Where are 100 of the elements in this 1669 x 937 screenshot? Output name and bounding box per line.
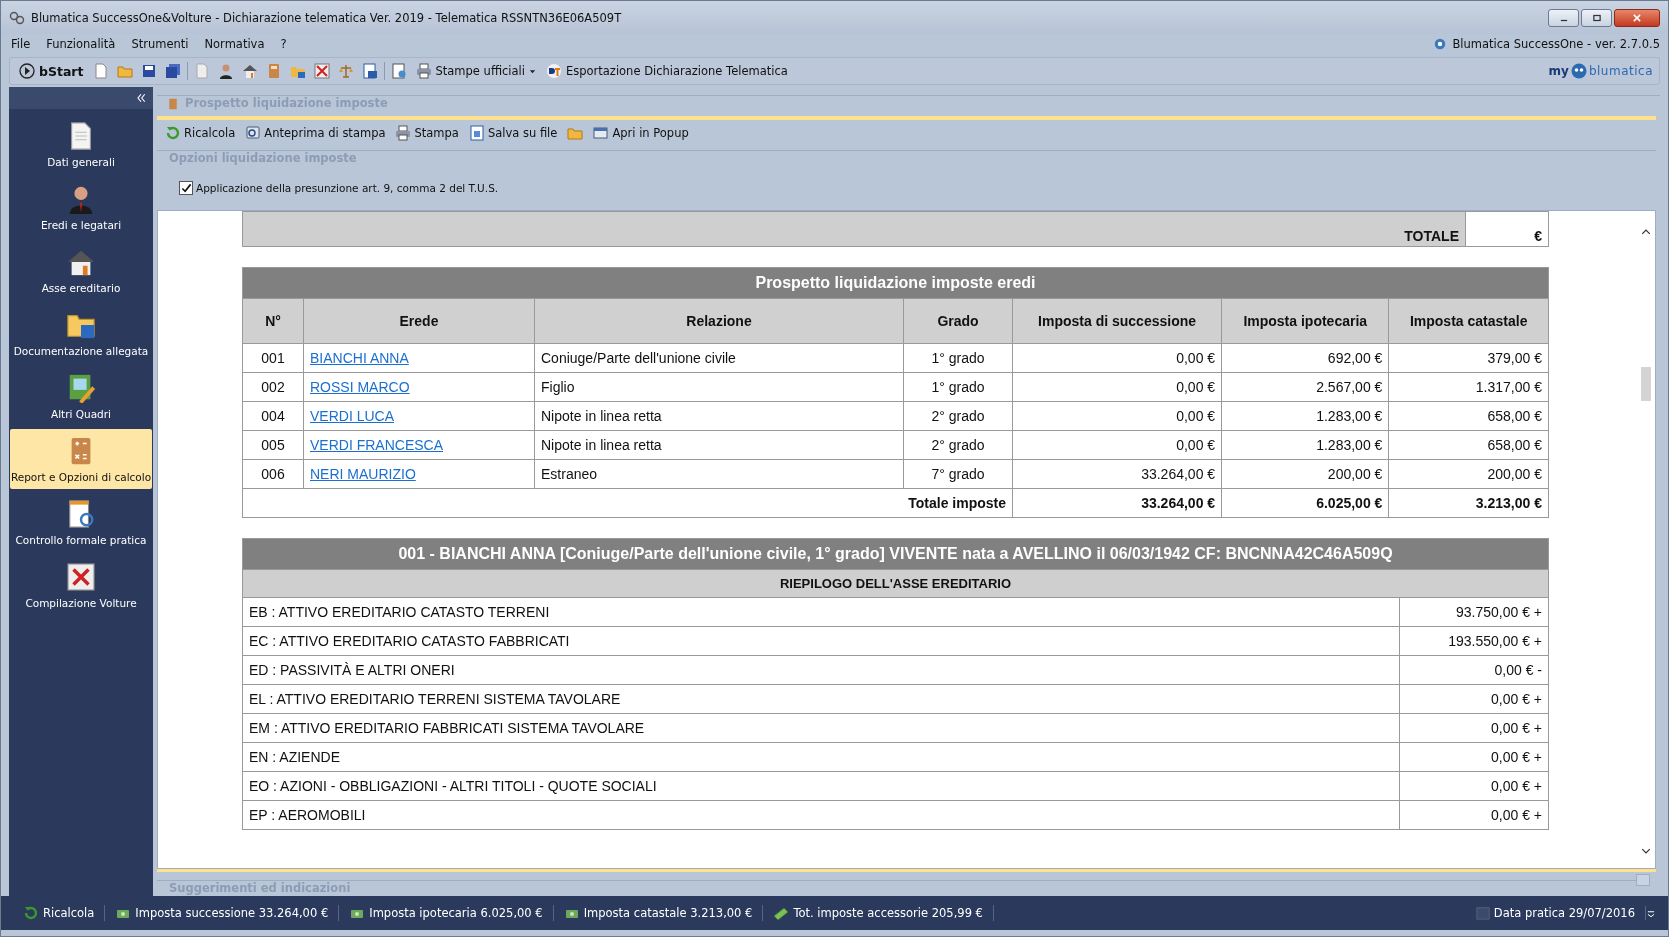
table-cell: 0,00 € + [1399, 684, 1549, 714]
table-cell: 658,00 € [1388, 430, 1549, 460]
scroll-down-icon [1641, 846, 1651, 856]
table-cell: 1.283,00 € [1221, 401, 1389, 431]
start-button[interactable]: bStart [16, 62, 87, 80]
status-item: Imposta catastale 3.213,00 € [553, 905, 764, 921]
checkbox[interactable] [179, 181, 193, 195]
action-button[interactable]: Salva su file [468, 125, 558, 141]
sidebar-item[interactable]: Asse ereditario [10, 240, 152, 300]
table-cell: Figlio [534, 372, 904, 402]
table-cell: 193.550,00 € + [1399, 626, 1549, 656]
caret-icon [528, 67, 536, 75]
status-item: Imposta ipotecaria 6.025,00 € [339, 905, 554, 921]
table-cell: EM : ATTIVO EREDITARIO FABBRICATI SISTEMA TAVOLARE [242, 713, 1400, 743]
table-cell: 0,00 € [1012, 343, 1222, 373]
section-heading: 001 - BIANCHI ANNA [Coniuge/Parte dell'unione civile, 1° grado] VIVENTE nata a AVELLINO il 06/03/1942 CF: BNCNNA42C46A509Q [242, 538, 1549, 570]
column-header: Imposta di successione [1012, 298, 1222, 344]
scroll-thumb[interactable] [1641, 367, 1651, 401]
table-cell: 001 [242, 343, 304, 373]
column-header: Grado [903, 298, 1013, 344]
total-value: 3.213,00 € [1388, 488, 1549, 518]
action-button[interactable]: Anteprima di stampa [245, 125, 386, 141]
save-icon[interactable] [140, 63, 157, 79]
overflow-icon[interactable] [1646, 908, 1656, 918]
version-label: Blumatica SuccessOne - ver. 2.7.0.5 [1452, 37, 1660, 51]
person-icon[interactable] [217, 63, 234, 79]
column-header: Imposta catastale [1388, 298, 1549, 344]
table-cell: 0,00 € + [1399, 800, 1549, 830]
table-cell: 93.750,00 € + [1399, 597, 1549, 627]
summary-heading: RIEPILOGO DELL'ASSE EREDITARIO [242, 569, 1549, 598]
refresh-icon [23, 905, 39, 921]
table-cell: 658,00 € [1388, 401, 1549, 431]
refresh-icon [165, 125, 181, 141]
banknote-icon [773, 905, 790, 921]
sidebar-item[interactable]: Altri Quadri [10, 366, 152, 426]
close-icon [1632, 13, 1642, 23]
status-item: Tot. imposte accessorie 205,99 € [763, 905, 994, 921]
table-cell: 200,00 € [1221, 459, 1389, 489]
maximize-icon [1591, 13, 1602, 23]
table-cell: EC : ATTIVO EREDITARIO CATASTO FABBRICATI [242, 626, 1400, 656]
sidebar-item[interactable]: Dati generali [10, 114, 152, 174]
save-all-icon[interactable] [164, 63, 181, 79]
table-cell: 1° grado [903, 343, 1013, 373]
minimize-button[interactable] [1548, 9, 1579, 27]
volture-icon [66, 561, 96, 592]
volture-icon[interactable] [313, 63, 330, 79]
menu-item[interactable]: Funzionalità [44, 37, 118, 51]
scales-icon[interactable] [337, 63, 354, 79]
table-cell: Estraneo [534, 459, 904, 489]
table-cell: EB : ATTIVO EREDITARIO CATASTO TERRENI [242, 597, 1400, 627]
table-cell: 0,00 € [1012, 430, 1222, 460]
table-cell: 2° grado [903, 430, 1013, 460]
recalculate-button[interactable]: Ricalcola [13, 905, 106, 921]
table-cell: 004 [242, 401, 304, 431]
maximize-button[interactable] [1581, 9, 1612, 27]
total-label: Totale imposte [242, 488, 1013, 518]
action-button[interactable]: Ricalcola [165, 125, 236, 141]
status-item: Imposta successione 33.264,00 € [105, 905, 340, 921]
total-value: € [1465, 211, 1549, 247]
brand-logo[interactable]: my blumatica [1548, 63, 1653, 79]
sidebar-item[interactable]: Documentazione allegata [10, 303, 152, 363]
window-title: Blumatica SuccessOne&Volture - Dichiarazione telematica Ver. 2019 - Telematica RSSNTN36E06A509T [31, 10, 623, 25]
menu-item[interactable]: File [9, 37, 33, 51]
sidebar-item[interactable]: Eredi e legatari [10, 177, 152, 237]
table-cell: 006 [242, 459, 304, 489]
heir-link[interactable]: VERDI LUCA [310, 408, 395, 424]
table-cell: 0,00 € + [1399, 771, 1549, 801]
date-label: Data pratica 29/07/2016 [1493, 906, 1635, 920]
new-file-icon[interactable] [92, 63, 109, 79]
sidebar-item[interactable]: Report e Opzioni di calcolo [10, 429, 152, 489]
table-cell: 379,00 € [1388, 343, 1549, 373]
print-menu-button[interactable]: Stampe ufficiali [412, 62, 539, 80]
table-cell: Nipote in linea retta [534, 401, 904, 431]
menu-item[interactable]: Strumenti [129, 37, 191, 51]
table-cell: ED : PASSIVITÀ E ALTRI ONERI [242, 655, 1400, 685]
export-icon [545, 63, 562, 79]
export-button[interactable]: Esportazione Dichiarazione Telematica [542, 62, 791, 80]
total-value: 33.264,00 € [1012, 488, 1222, 518]
option-label: Applicazione della presunzione art. 9, comma 2 del T.U.S. [196, 182, 499, 194]
menu-item[interactable]: ? [278, 37, 289, 51]
table-cell: 200,00 € [1388, 459, 1549, 489]
report-icon[interactable] [390, 63, 407, 79]
printer-icon [415, 63, 432, 79]
table-cell: 0,00 € [1012, 372, 1222, 402]
table-cell: Coniuge/Parte dell'unione civile [534, 343, 904, 373]
action-button[interactable]: Stampa [395, 125, 459, 141]
play-circle-icon [19, 63, 35, 79]
column-header: N° [242, 298, 304, 344]
menu-item[interactable]: Normativa [202, 37, 267, 51]
brand-icon [1570, 63, 1587, 79]
house-icon[interactable] [241, 63, 258, 79]
collapse-icon[interactable] [135, 92, 147, 104]
word-file-icon[interactable] [361, 63, 378, 79]
close-button[interactable] [1614, 9, 1660, 27]
column-header: Relazione [534, 298, 904, 344]
sidebar-item[interactable]: Compilazione Volture [10, 555, 152, 615]
action-button[interactable]: Apri in Popup [593, 125, 689, 141]
sidebar-item[interactable]: Controllo formale pratica [10, 492, 152, 552]
total-value: 6.025,00 € [1221, 488, 1389, 518]
scroll-up-icon [1641, 227, 1651, 237]
